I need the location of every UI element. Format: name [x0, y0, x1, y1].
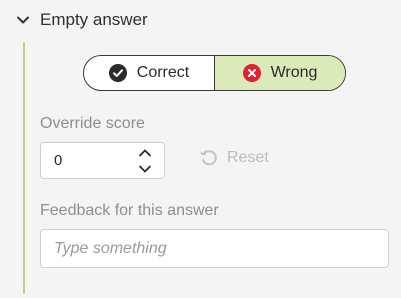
check-circle-icon	[108, 64, 127, 82]
section-accent-line	[23, 42, 25, 294]
feedback-label: Feedback for this answer	[40, 202, 219, 219]
reset-button[interactable]: Reset	[200, 149, 269, 167]
score-stepper[interactable]	[138, 148, 152, 174]
correct-wrong-toggle: Correct Wrong	[83, 55, 346, 91]
reset-arrow-icon	[200, 150, 217, 166]
section-header-empty-answer[interactable]: Empty answer	[16, 10, 148, 30]
override-score-input[interactable]: 0	[40, 142, 165, 179]
chevron-up-icon[interactable]	[138, 148, 152, 158]
x-circle-icon	[242, 64, 261, 82]
wrong-option-label: Wrong	[270, 64, 318, 81]
chevron-down-icon	[17, 16, 29, 24]
override-score-value: 0	[54, 152, 63, 169]
section-title: Empty answer	[40, 10, 148, 29]
reset-label: Reset	[227, 149, 269, 166]
override-score-label: Override score	[40, 115, 145, 132]
wrong-option-button[interactable]: Wrong	[215, 56, 345, 90]
feedback-input[interactable]	[40, 229, 389, 268]
chevron-down-icon[interactable]	[138, 164, 152, 174]
correct-option-button[interactable]: Correct	[84, 56, 215, 90]
correct-option-label: Correct	[136, 64, 190, 81]
